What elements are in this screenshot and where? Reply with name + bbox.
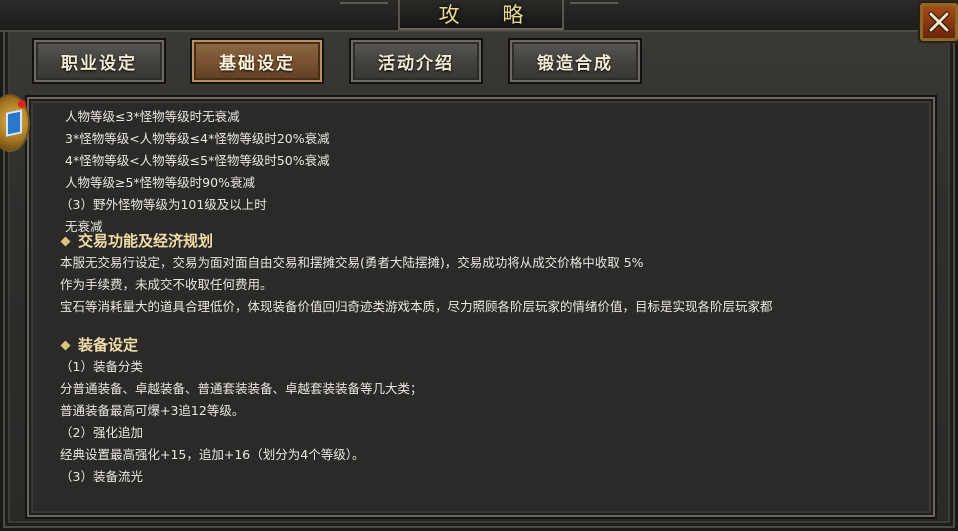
text-line: （3）野外怪物等级为101级及以上时 [60,197,267,212]
tab-label: 基础设定 [219,53,295,74]
tab-event-intro[interactable]: 活动介绍 [349,38,483,84]
text-line: （1）装备分类 [60,359,143,374]
text-line: 普通装备最高可爆+3追12等级。 [60,403,245,418]
tab-basic-settings[interactable]: 基础设定 [190,38,324,84]
tab-forge-synthesis[interactable]: 锻造合成 [508,38,642,84]
tab-label: 职业设定 [61,53,137,74]
diamond-bullet-icon [60,236,71,246]
text-line: 经典设置最高强化+15，追加+16（划分为4个等级）。 [60,447,365,462]
text-line: 作为手续费，未成交不收取任何费用。 [60,277,273,292]
text-line: 人物等级≤3*怪物等级时无衰减 [65,109,240,124]
window-title: 攻 略 [438,3,542,27]
section-title: 装备设定 [78,336,139,354]
text-line: 人物等级≥5*怪物等级时90%衰减 [65,175,255,190]
text-line: 本服无交易行设定，交易为面对面自由交易和摆摊交易(勇者大陆摆摊)，交易成功将从成… [60,255,644,270]
section-title: 交易功能及经济规划 [78,232,214,250]
section-heading-equipment: 装备设定 [60,334,920,356]
title-ornament-left [340,2,388,26]
notification-dot [18,100,26,108]
section-heading-trade: 交易功能及经济规划 [60,230,920,252]
text-line: （3）装备流光 [60,469,143,484]
tab-class-settings[interactable]: 职业设定 [32,38,166,84]
book-glyph [6,109,22,137]
title-ornament-right [570,2,618,26]
text-line: （2）强化追加 [60,425,143,440]
diamond-bullet-icon [60,340,71,350]
content-scroll-area[interactable]: 人物等级≤3*怪物等级时无衰减 3*怪物等级<人物等级≤4*怪物等级时20%衰减… [60,106,920,514]
text-line: 宝石等消耗量大的道具合理低价，体现装备价值回归奇迹类游戏本质，尽力照顾各阶层玩家… [60,299,773,314]
text-line: 3*怪物等级<人物等级≤4*怪物等级时20%衰减 [65,131,330,146]
tab-label: 锻造合成 [537,53,613,74]
title-plate: 攻 略 [398,0,564,30]
title-bar: 攻 略 [0,0,958,32]
tab-label: 活动介绍 [378,53,454,74]
text-line: 4*怪物等级<人物等级≤5*怪物等级时50%衰减 [65,153,330,168]
close-button[interactable] [920,3,958,41]
text-line: 无衰减 [65,219,103,234]
close-x-icon [928,11,950,33]
text-line: 分普通装备、卓越装备、普通套装装备、卓越套装装备等几大类； [60,381,423,396]
